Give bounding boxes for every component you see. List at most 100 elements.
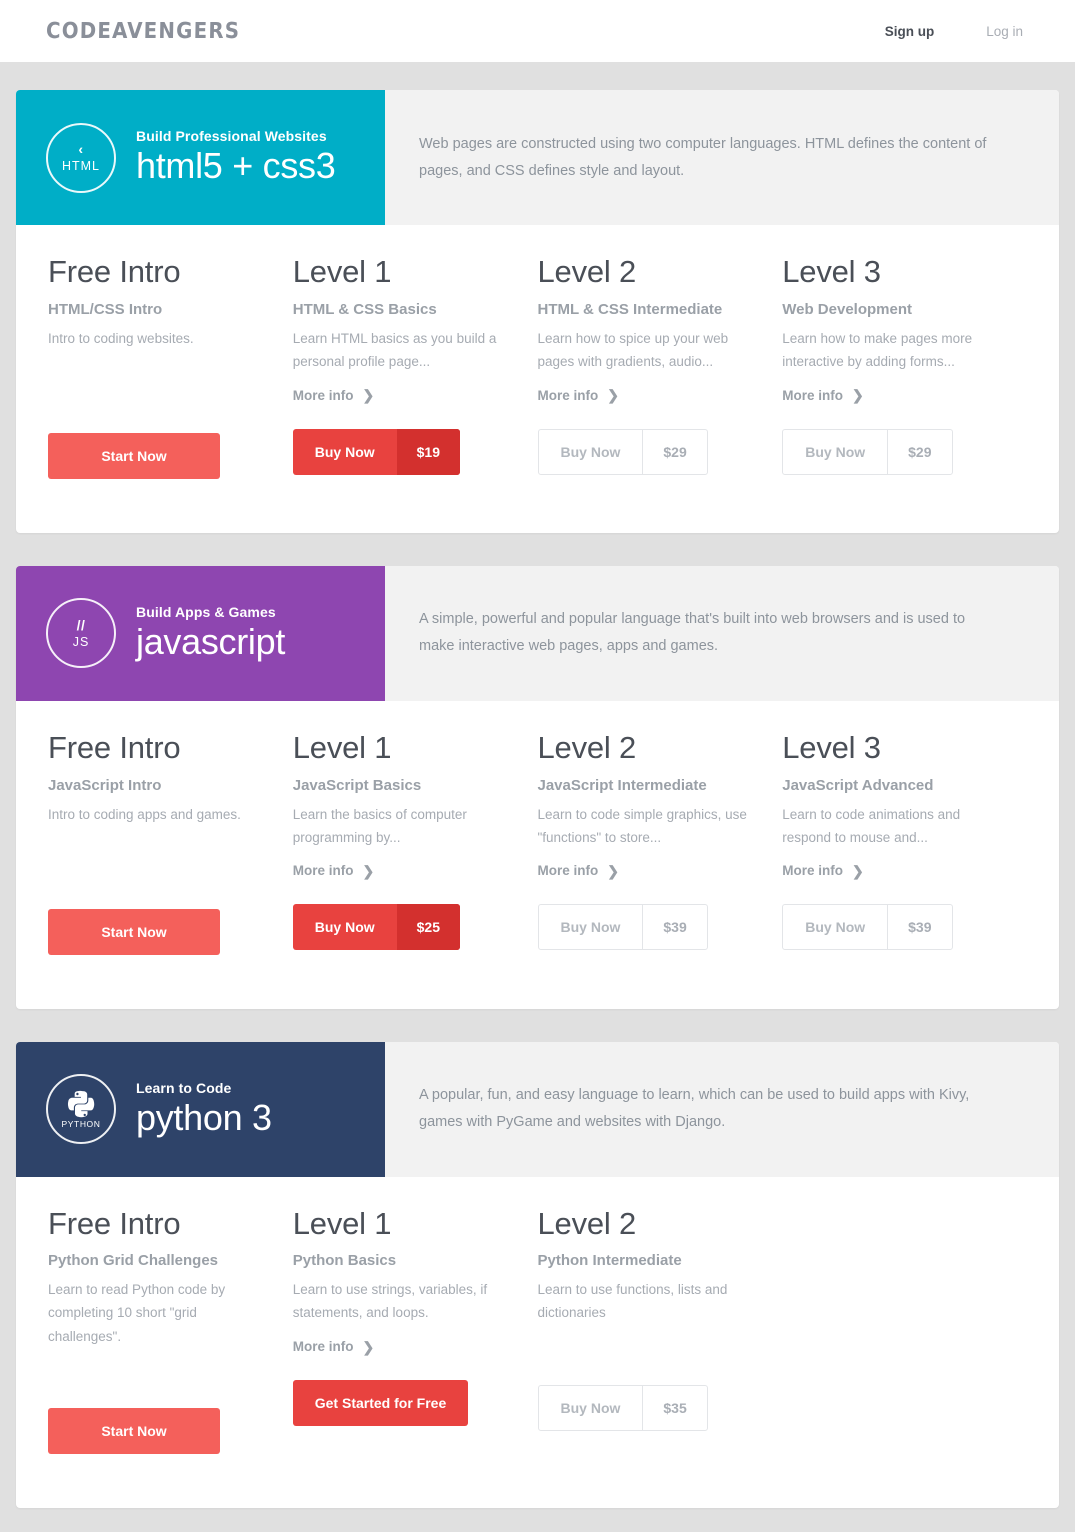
card-description-html: Web pages are constructed using two comp…: [385, 90, 1059, 225]
buy-now-button[interactable]: Buy Now $29: [537, 428, 708, 475]
start-now-button[interactable]: Start Now: [48, 908, 220, 955]
signup-link[interactable]: Sign up: [885, 24, 935, 39]
course-column: Level 1 Python Basics Learn to use strings…: [292, 1205, 538, 1454]
buy-now-button[interactable]: Buy Now $39: [537, 904, 708, 951]
card-description-text: A simple, powerful and popular language …: [419, 611, 966, 655]
badge-circle-python: PYTHON: [46, 1074, 116, 1144]
course-blurb: Learn how to make pages more interactive…: [782, 330, 973, 369]
buy-now-price: $35: [642, 1385, 706, 1430]
buy-now-label: Buy Now: [314, 919, 375, 936]
more-info-link[interactable]: More info ❯: [293, 386, 374, 404]
course-action-row: Buy Now $35: [537, 1384, 755, 1431]
badge-word: HTML: [61, 159, 101, 174]
course-subtitle: HTML & CSS Basics: [292, 300, 437, 318]
more-info-link[interactable]: More info ❯: [538, 386, 619, 404]
site-logo[interactable]: CODEAVENGERS: [46, 19, 241, 44]
more-info-label: More info: [537, 863, 599, 879]
course-level: Level 2: [537, 1205, 637, 1241]
card-kicker: Learn to Code: [136, 1079, 232, 1096]
course-subtitle: JavaScript Intermediate: [537, 776, 707, 794]
start-now-label: Start Now: [101, 1422, 167, 1439]
course-level: Level 1: [292, 254, 392, 289]
course-level: Level 3: [782, 254, 881, 289]
buy-now-price: $39: [642, 905, 706, 950]
course-column: Free Intro JavaScript Intro Intro to codin…: [48, 729, 293, 955]
card-description-javascript: A simple, powerful and popular language …: [385, 566, 1059, 701]
get-started-free-label: Get Started for Free: [314, 1395, 447, 1412]
more-info-label: More info: [292, 387, 354, 403]
course-column: Level 3 Web Development Learn how to make …: [782, 253, 1027, 479]
course-blurb: Intro to coding websites.: [48, 330, 194, 346]
course-level: Level 2: [537, 729, 637, 765]
top-navigation-bar: CODEAVENGERS Sign up Log in: [0, 0, 1075, 62]
course-level: Level 3: [782, 729, 881, 765]
more-info-link[interactable]: More info ❯: [538, 862, 619, 880]
buy-now-label: Buy Now: [560, 919, 621, 936]
course-action-row: Start Now: [48, 908, 265, 955]
badge-text-javascript: Build Apps & Games javascript: [136, 604, 285, 662]
buy-now-price: $29: [642, 429, 706, 474]
course-card-python: PYTHON Learn to Code python 3 A popular, fu…: [16, 1041, 1059, 1508]
more-info-link[interactable]: More info ❯: [782, 386, 863, 404]
buy-now-button[interactable]: Buy Now $29: [782, 428, 953, 475]
course-column: Level 3 JavaScript Advanced Learn to code …: [782, 729, 1027, 955]
badge-mark-icon: ‹: [78, 141, 84, 158]
buy-now-button[interactable]: Buy Now $25: [292, 904, 460, 951]
card-language-title: javascript: [136, 621, 286, 663]
course-blurb: Intro to coding apps and games.: [48, 806, 241, 822]
more-info-label: More info: [782, 387, 843, 403]
course-action-row: Buy Now $39: [782, 904, 999, 951]
language-badge-javascript: // JS Build Apps & Games javascript: [16, 565, 385, 701]
buy-now-label: Buy Now: [560, 1399, 621, 1416]
more-info-link[interactable]: More info ❯: [293, 862, 374, 880]
more-info-label: More info: [292, 1339, 354, 1355]
course-subtitle: Web Development: [782, 300, 912, 318]
more-info-link[interactable]: More info ❯: [782, 862, 863, 880]
start-now-label: Start Now: [101, 923, 167, 940]
course-column: Level 2 Python Intermediate Learn to use f…: [537, 1205, 783, 1454]
course-subtitle: Python Basics: [292, 1252, 397, 1270]
start-now-button[interactable]: Start Now: [48, 432, 220, 479]
course-column: Level 2 HTML & CSS Intermediate Learn how …: [537, 253, 783, 479]
buy-now-button[interactable]: Buy Now $39: [782, 904, 953, 951]
badge-text-html: Build Professional Websites html5 + css3: [136, 128, 336, 187]
card-header-python: PYTHON Learn to Code python 3 A popular, fu…: [16, 1041, 1059, 1177]
more-info-link[interactable]: More info ❯: [293, 1338, 374, 1356]
course-level: Level 2: [537, 254, 637, 289]
course-blurb: Learn to read Python code by completing …: [48, 1282, 226, 1344]
card-kicker: Build Professional Websites: [136, 128, 327, 145]
more-info-label: More info: [292, 863, 354, 879]
course-blurb: Learn how to spice up your web pages wit…: [537, 330, 729, 369]
buy-now-price: $19: [396, 428, 460, 475]
start-now-label: Start Now: [101, 447, 167, 464]
login-link[interactable]: Log in: [986, 24, 1023, 39]
chevron-right-icon: ❯: [607, 862, 619, 879]
buy-now-price: $25: [396, 904, 460, 951]
badge-word: PYTHON: [61, 1119, 101, 1130]
course-grid-python: Free Intro Python Grid Challenges Learn to…: [16, 1177, 1059, 1508]
card-header-javascript: // JS Build Apps & Games javascript A simple…: [16, 565, 1059, 701]
badge-circle-html: ‹ HTML: [46, 122, 116, 193]
language-badge-python: PYTHON Learn to Code python 3: [16, 1041, 385, 1177]
badge-mark-icon: //: [76, 617, 86, 633]
card-language-title: html5 + css3: [136, 145, 336, 187]
badge-word: JS: [72, 635, 90, 649]
more-info-label: More info: [782, 863, 843, 879]
buy-now-button[interactable]: Buy Now $19: [292, 428, 460, 475]
course-subtitle: Python Intermediate: [537, 1252, 682, 1270]
course-card-html: ‹ HTML Build Professional Websites html5 + …: [16, 90, 1059, 533]
course-action-row: Buy Now $39: [537, 904, 755, 951]
get-started-free-button[interactable]: Get Started for Free: [292, 1380, 469, 1427]
course-action-row: Buy Now $25: [292, 904, 510, 951]
start-now-button[interactable]: Start Now: [48, 1407, 220, 1454]
buy-now-label: Buy Now: [560, 443, 621, 460]
buy-now-label: Buy Now: [805, 443, 866, 460]
course-blurb: Learn to use functions, lists and dictio…: [537, 1282, 728, 1321]
chevron-right-icon: ❯: [607, 387, 619, 404]
buy-now-button[interactable]: Buy Now $35: [537, 1384, 708, 1431]
badge-text-python: Learn to Code python 3: [136, 1080, 272, 1138]
course-level: Level 1: [292, 1205, 392, 1241]
more-info-label: More info: [537, 387, 599, 403]
course-blurb: Learn the basics of computer programming…: [292, 806, 467, 845]
course-action-row: Start Now: [48, 1407, 265, 1454]
